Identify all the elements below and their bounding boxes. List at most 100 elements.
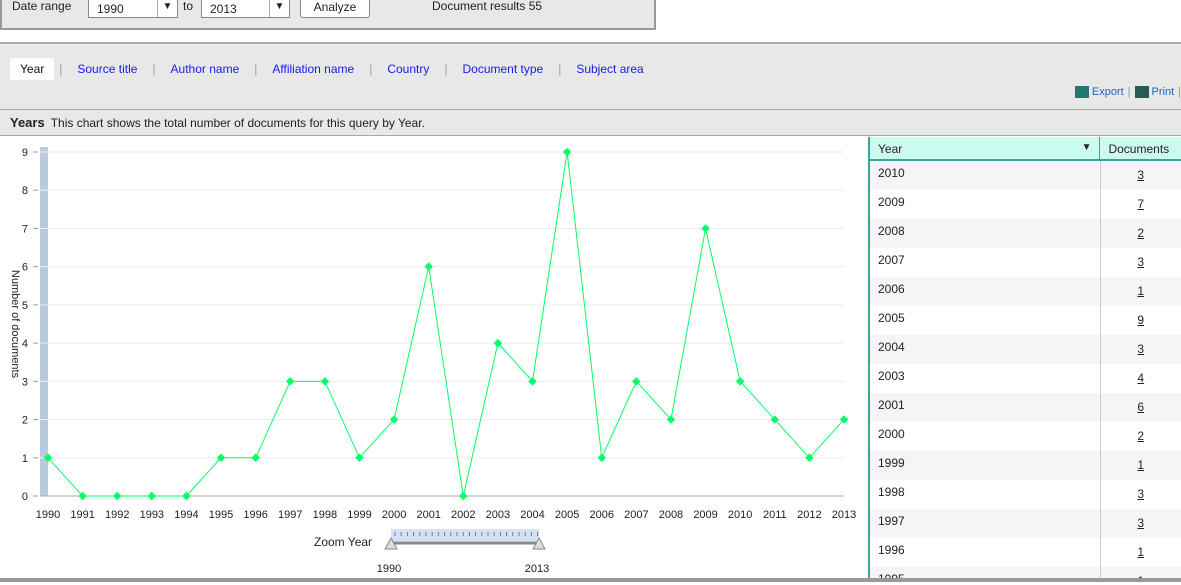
y-tick-label: 5 [22,300,28,312]
y-tick-label: 2 [22,415,28,427]
y-tick-label: 4 [22,338,28,350]
year-column-header[interactable]: Year ▼ [870,137,1101,159]
data-point[interactable] [562,147,572,157]
data-point[interactable] [597,453,606,463]
table-row: 2001 6 [870,393,1181,422]
documents-link[interactable]: 3 [1101,248,1181,277]
year-cell: 1997 [870,509,1101,538]
date-range-label: Date range [12,0,72,13]
data-point[interactable] [320,377,330,386]
documents-link[interactable]: 6 [1101,393,1181,422]
x-tick-label: 2007 [624,509,648,521]
tab-year[interactable]: Year [10,58,55,80]
x-tick-label: 2011 [763,509,787,521]
data-point[interactable] [147,491,157,501]
documents-link[interactable]: 7 [1101,190,1181,219]
x-tick-label: 2008 [659,509,683,521]
y-tick-label: 8 [22,185,28,197]
documents-link[interactable]: 9 [1101,306,1181,335]
table-row: 1998 3 [870,480,1181,509]
documents-link[interactable]: 1 [1101,538,1181,567]
table-row: 2008 2 [870,219,1181,248]
x-tick-label: 2000 [382,509,406,521]
table-row: 2000 2 [870,422,1181,451]
documents-link[interactable]: 3 [1101,161,1181,190]
year-cell: 2005 [870,306,1101,335]
year-table: Year ▼ Documents 2010 3 2009 7 2008 2 2007 3 2006… [868,137,1181,582]
x-tick-label: 2003 [486,509,510,521]
from-year-select[interactable]: 1990 ▼ [88,0,178,18]
tab-separator: | [444,62,448,76]
dropdown-arrow-icon: ▼ [269,0,289,17]
tab-subject-area[interactable]: Subject area [566,58,653,80]
x-tick-label: 1993 [140,509,164,521]
year-cell: 2000 [870,422,1101,451]
bottom-border [0,578,1181,582]
documents-link[interactable]: 3 [1101,480,1181,509]
table-row: 1996 1 [870,538,1181,567]
tab-separator: | [369,62,373,76]
documents-link[interactable]: 1 [1101,451,1181,480]
sort-arrow-icon: ▼ [1081,142,1092,153]
zoom-from: 1990 [377,563,401,575]
tab-affiliation-name[interactable]: Affiliation name [262,58,364,80]
print-button[interactable]: Print [1134,86,1174,99]
data-point[interactable] [701,224,710,233]
year-cell: 1996 [870,538,1101,567]
section-header: Years This chart shows the total number o… [0,110,1181,136]
table-row: 1999 1 [870,451,1181,480]
tab-separator: | [558,62,562,76]
print-icon [1134,86,1149,99]
year-cell: 2008 [870,219,1101,248]
x-tick-label: 2002 [451,509,475,521]
y-tick-label: 0 [22,491,28,503]
x-tick-label: 1997 [278,509,302,521]
to-year-select[interactable]: 2013 ▼ [201,0,290,18]
x-tick-label: 2012 [797,509,821,521]
tab-source-title[interactable]: Source title [67,58,147,80]
data-point[interactable] [459,491,468,501]
x-tick-label: 2009 [693,509,717,521]
filter-bar: Date range 1990 ▼ to 2013 ▼ Analyze Docume… [0,0,656,30]
line-chart: 0 1 2 3 4 5 6 7 8 9 Number of documents 1990 1991 199… [9,147,856,575]
x-tick-label: 2010 [728,509,752,521]
export-icon [1074,86,1089,99]
table-header: Year ▼ Documents [870,137,1181,161]
documents-link[interactable]: 3 [1101,335,1181,364]
year-cell: 2001 [870,393,1101,422]
data-point[interactable] [286,377,295,386]
document-results: Document results 55 [432,0,543,13]
year-cell: 2006 [870,277,1101,306]
documents-link[interactable]: 2 [1101,219,1181,248]
from-year-value: 1990 [97,2,124,16]
year-chart: 0 1 2 3 4 5 6 7 8 9 Number of documents 1990 1991 199… [0,137,868,582]
data-point[interactable] [112,491,122,501]
year-cell: 1999 [870,451,1101,480]
y-tick-label: 6 [22,262,28,274]
data-point[interactable] [424,262,433,271]
x-tick-label: 1995 [209,509,233,521]
x-tick-label: 2006 [589,509,613,521]
documents-link[interactable]: 2 [1101,422,1181,451]
data-point[interactable] [251,453,260,463]
year-cell: 2003 [870,364,1101,393]
documents-link[interactable]: 3 [1101,509,1181,538]
documents-link[interactable]: 4 [1101,364,1181,393]
x-tick-label: 1994 [174,509,198,521]
tab-separator: | [59,62,63,76]
table-row: 2007 3 [870,248,1181,277]
export-button[interactable]: Export [1074,86,1124,99]
x-tick-label: 1999 [347,509,371,521]
x-tick-label: 1996 [243,509,267,521]
x-tick-label: 2001 [416,509,440,521]
x-tick-label: 2005 [555,509,579,521]
tab-author-name[interactable]: Author name [161,58,250,80]
x-tick-label: 1992 [105,509,129,521]
to-label: to [183,0,194,13]
tab-country[interactable]: Country [377,58,439,80]
x-tick-label: 2004 [520,509,544,521]
documents-link[interactable]: 1 [1101,277,1181,306]
analyze-button[interactable]: Analyze [300,0,370,18]
documents-column-header[interactable]: Documents [1100,137,1181,159]
tab-document-type[interactable]: Document type [452,58,553,80]
